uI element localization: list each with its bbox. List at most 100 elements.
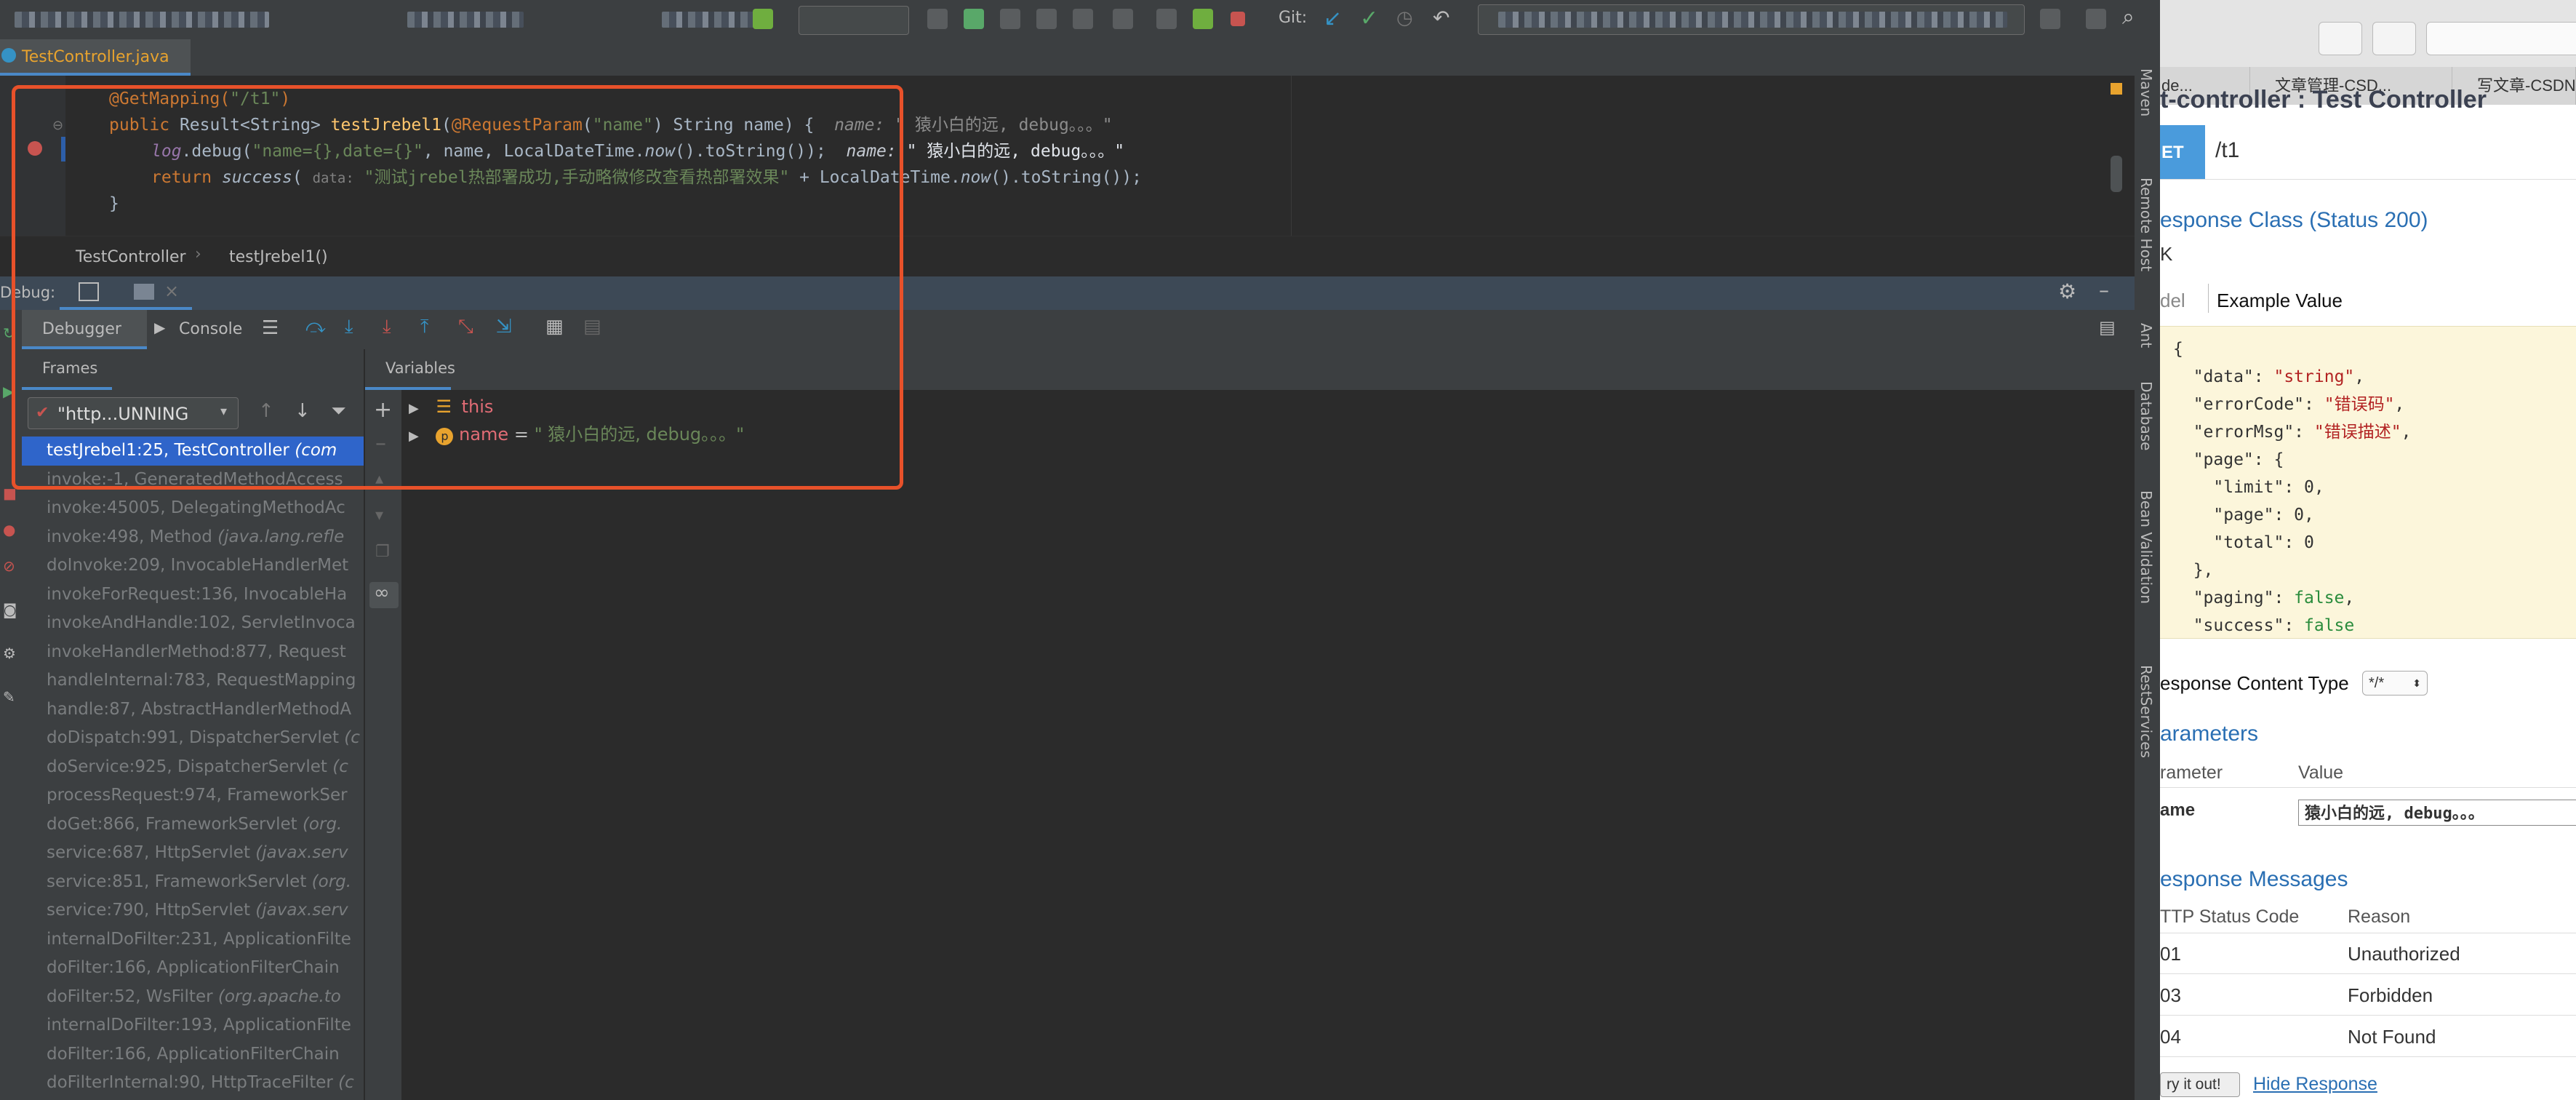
pin-icon[interactable]: ✎ (3, 688, 15, 706)
frame-row[interactable]: invokeForRequest:136, InvocableHa (22, 581, 364, 610)
frame-method: invoke:45005, DelegatingMethodAc (47, 498, 345, 517)
json-line: "limit": 0, (2173, 478, 2324, 497)
try-it-out-button[interactable]: ry it out! (2160, 1072, 2240, 1097)
editor-tab-testcontroller[interactable]: TestController.java × (0, 39, 191, 103)
frame-row[interactable]: invokeAndHandle:102, ServletInvoca (22, 609, 364, 638)
tool-window-ant[interactable]: Ant (2137, 323, 2155, 348)
frame-method: service:851, FrameworkServlet (47, 872, 307, 891)
frame-method: doFilter:166, ApplicationFilterChain (47, 958, 340, 977)
frame-row[interactable]: internalDoFilter:193, ApplicationFilte (22, 1011, 364, 1040)
status-code: 03 (2160, 984, 2181, 1006)
frame-row[interactable]: processRequest:974, FrameworkSer (22, 781, 364, 810)
response-message-row: 04 Not Found (2160, 1016, 2576, 1057)
run-config-blurred[interactable] (662, 12, 756, 28)
response-messages-heading: esponse Messages (2160, 867, 2348, 891)
copy-icon[interactable]: ❐ (375, 543, 390, 561)
profile-icon[interactable] (1036, 9, 1057, 29)
settings-icon[interactable]: ⚙ (3, 645, 16, 662)
view-breakpoints-icon[interactable]: ● (3, 521, 15, 538)
frame-class: (javax.serv (249, 843, 348, 862)
frame-class: (org.apache.to (212, 987, 341, 1006)
tool-window-remote-host[interactable]: Remote Host (2137, 178, 2155, 271)
parameters-heading: arameters (2160, 722, 2259, 746)
param-name: ame (2160, 800, 2196, 820)
shield-icon[interactable] (2372, 22, 2416, 55)
endpoint-path[interactable]: /t1 (2215, 138, 2239, 163)
search-icon[interactable]: ⌕ (2122, 4, 2135, 30)
reason-column: Reason (2348, 906, 2411, 927)
frame-row[interactable]: service:851, FrameworkServlet (org. (22, 868, 364, 897)
frame-row[interactable]: doFilterInternal:90, HttpTraceFilter (c (22, 1069, 364, 1098)
frame-row[interactable]: handleInternal:783, RequestMapping (22, 666, 364, 696)
debug-icon[interactable] (964, 9, 984, 29)
tool-window-database[interactable]: Database (2137, 381, 2155, 450)
camera-icon[interactable]: ◙ (3, 601, 17, 618)
frame-row[interactable]: service:790, HttpServlet (javax.serv (22, 896, 364, 925)
minimize-icon[interactable]: – (2099, 278, 2109, 302)
editor-scrollbar[interactable] (2111, 156, 2122, 192)
frame-row[interactable]: doService:925, DispatcherServlet (c (22, 753, 364, 782)
rebel-update-icon[interactable] (1193, 9, 1213, 29)
browser-toolbar (2160, 0, 2576, 68)
content-type-select[interactable]: */* ⬍ (2362, 671, 2428, 696)
frame-row[interactable]: invoke:45005, DelegatingMethodAc (22, 494, 364, 523)
json-line: "paging": false, (2173, 589, 2355, 607)
frame-row[interactable]: doFilter:166, ApplicationFilterChain (22, 954, 364, 983)
show-watches-toggle[interactable]: ∞ (369, 582, 399, 608)
ide-toolbar: Git: ↙ ✓ ◷ ↶ ⌕ (0, 0, 2160, 41)
mute-breakpoints-icon[interactable]: ⊘ (3, 557, 15, 575)
frame-row[interactable]: doFilter:166, ApplicationFilterChain (22, 1040, 364, 1069)
parameter-column: rameter (2160, 762, 2223, 783)
attach-icon[interactable] (1073, 9, 1093, 29)
address-bar[interactable] (2426, 22, 2576, 55)
run-configuration-select[interactable] (799, 6, 909, 35)
move-down-icon[interactable]: ▾ (375, 506, 383, 525)
frame-method: handleInternal:783, RequestMapping (47, 671, 356, 690)
frame-row[interactable]: doFilter:52, WsFilter (org.apache.to (22, 983, 364, 1012)
git-rollback-icon[interactable]: ↶ (1433, 6, 1449, 30)
rebel-run-icon[interactable] (1113, 9, 1133, 29)
json-line: "errorMsg": "错误描述", (2173, 423, 2412, 442)
frame-row[interactable]: doInvoke:209, InvocableHandlerMet (22, 551, 364, 581)
frame-row[interactable]: invoke:498, Method (java.lang.refle (22, 523, 364, 552)
example-json[interactable]: { "data": "string", "errorCode": "错误码", … (2160, 326, 2576, 639)
try-label: ry it out! (2167, 1076, 2221, 1093)
build-icon[interactable] (753, 9, 773, 29)
tool-window-restservices[interactable]: RestServices (2137, 665, 2155, 758)
http-method-badge[interactable]: ET (2160, 125, 2205, 179)
git-commit-icon[interactable]: ✓ (1360, 6, 1378, 31)
frame-row[interactable]: doGet:866, FrameworkServlet (org. (22, 810, 364, 840)
rebel-debug-icon[interactable] (1156, 9, 1177, 29)
tool-window-maven[interactable]: Maven (2137, 68, 2155, 116)
frame-row[interactable]: handle:87, AbstractHandlerMethodA (22, 696, 364, 725)
frame-row[interactable]: doDispatch:991, DispatcherServlet (c (22, 724, 364, 753)
json-line: "page": 0, (2173, 506, 2314, 525)
layout-icon[interactable]: ▤ (2099, 317, 2116, 338)
browser-window: de...文章管理-CSD...写文章-CSDN... t-controller… (2160, 0, 2576, 1100)
git-update-icon[interactable]: ↙ (1324, 6, 1342, 31)
frame-row[interactable]: invokeHandlerMethod:877, Request (22, 638, 364, 667)
example-value-tab[interactable]: Example Value (2217, 290, 2343, 312)
tool-window-bean-validation[interactable]: Bean Validation (2137, 490, 2155, 604)
frame-class: (c (332, 1073, 354, 1092)
glasses-icon: ∞ (374, 582, 390, 604)
stop-icon[interactable] (1231, 12, 1245, 26)
hide-response-link[interactable]: Hide Response (2253, 1074, 2377, 1095)
sidebar-icon[interactable] (2319, 22, 2362, 55)
status-reason: Unauthorized (2348, 943, 2460, 965)
coverage-icon[interactable] (1000, 9, 1020, 29)
frame-class: (org. (297, 814, 343, 834)
frame-class: (c (327, 757, 348, 776)
window-layout-icon[interactable] (2086, 9, 2106, 29)
project-structure-icon[interactable] (2040, 9, 2060, 29)
frame-method: service:790, HttpServlet (47, 901, 250, 920)
param-value-input[interactable]: 猿小白的远, debug。。。 (2298, 800, 2576, 826)
gear-icon[interactable]: ⚙ (2058, 279, 2076, 303)
run-icon[interactable] (927, 9, 948, 29)
status-code: 01 (2160, 943, 2181, 965)
model-tab[interactable]: del (2160, 290, 2185, 312)
frame-row[interactable]: internalDoFilter:231, ApplicationFilte (22, 925, 364, 954)
frame-row[interactable]: service:687, HttpServlet (javax.serv (22, 839, 364, 868)
warning-marker[interactable] (2111, 83, 2122, 95)
git-history-icon[interactable]: ◷ (1396, 7, 1413, 29)
